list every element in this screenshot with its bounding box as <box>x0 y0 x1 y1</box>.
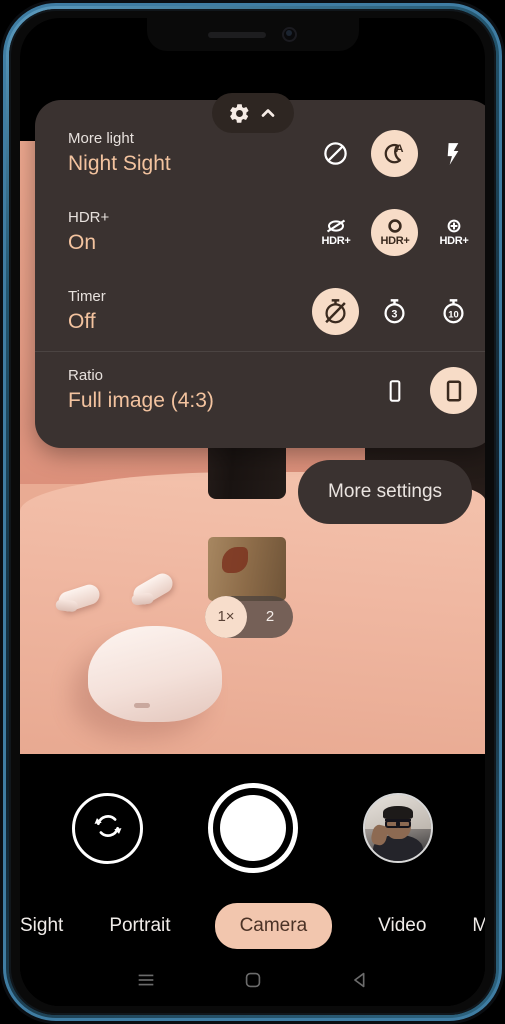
svg-text:HDR+: HDR+ <box>439 235 468 247</box>
thumbnail-person-hair <box>383 805 413 819</box>
mode-item-portrait[interactable]: Portrait <box>109 915 170 937</box>
more-settings-label: More settings <box>328 481 443 502</box>
setting-value-hdr: On <box>68 231 97 254</box>
more-settings-button[interactable]: More settings <box>298 460 473 524</box>
recents-icon[interactable] <box>135 969 157 991</box>
setting-text-more-light: More light Night Sight <box>68 129 312 178</box>
svg-text:3: 3 <box>392 309 398 321</box>
setting-value-more-light: Night Sight <box>68 152 171 175</box>
night-sight-off-icon[interactable] <box>312 130 359 177</box>
setting-label-hdr: HDR+ <box>68 209 110 226</box>
setting-row-ratio: Ratio Full image (4:3) <box>35 351 485 430</box>
night-sight-on-icon[interactable] <box>430 130 477 177</box>
phone-device-frame: NEC <box>0 0 505 1024</box>
camera-controls-row <box>20 772 485 884</box>
setting-options-hdr: HDR+ HDR+ HDR+ <box>312 209 485 256</box>
timer-10s-icon[interactable]: 10 <box>430 288 477 335</box>
setting-options-timer: 3 10 <box>312 288 485 335</box>
camera-mode-selector[interactable]: Sight Portrait Camera Video Modes <box>20 897 485 955</box>
hdr-enhanced-icon[interactable]: HDR+ <box>430 209 477 256</box>
zoom-option-1x[interactable]: 1× <box>205 596 247 638</box>
mode-item-camera[interactable]: Camera <box>214 903 333 949</box>
ratio-full-screen-icon[interactable] <box>371 367 418 414</box>
setting-label-ratio: Ratio <box>68 367 104 384</box>
camera-settings-toggle[interactable] <box>211 93 294 133</box>
setting-value-timer: Off <box>68 310 96 333</box>
chevron-up-icon[interactable] <box>258 103 278 123</box>
timer-3s-icon[interactable]: 3 <box>371 288 418 335</box>
svg-text:HDR+: HDR+ <box>380 235 409 247</box>
setting-options-ratio <box>371 367 485 414</box>
hdr-off-icon[interactable]: HDR+ <box>312 209 359 256</box>
svg-text:HDR+: HDR+ <box>321 235 350 247</box>
shutter-button[interactable] <box>208 783 298 873</box>
timer-off-icon[interactable] <box>312 288 359 335</box>
shutter-button-inner <box>220 795 286 861</box>
home-icon[interactable] <box>242 969 264 991</box>
zoom-level-toggle[interactable]: 1× 2 <box>205 596 293 638</box>
camera-settings-panel: More light Night Sight A HDR+ On HDR+ HD… <box>35 100 485 448</box>
mode-item-night-sight[interactable]: Sight <box>20 915 63 937</box>
gear-icon[interactable] <box>228 102 251 125</box>
front-camera-icon <box>282 27 297 42</box>
back-icon[interactable] <box>349 969 371 991</box>
svg-text:A: A <box>395 143 403 155</box>
switch-camera-button[interactable] <box>72 792 143 864</box>
ratio-4-3-icon[interactable] <box>430 367 477 414</box>
scene-earbud-case <box>88 626 222 722</box>
gallery-thumbnail[interactable] <box>363 793 433 863</box>
setting-text-ratio: Ratio Full image (4:3) <box>68 366 371 415</box>
speaker-grille-icon <box>208 31 266 38</box>
android-navigation-bar <box>20 954 485 1006</box>
hdr-on-icon[interactable]: HDR+ <box>371 209 418 256</box>
setting-value-ratio: Full image (4:3) <box>68 389 214 412</box>
svg-text:10: 10 <box>448 309 458 319</box>
zoom-option-2x[interactable]: 2 <box>247 596 293 638</box>
scene-bottle-label <box>208 537 286 601</box>
switch-camera-icon <box>91 809 125 848</box>
setting-text-timer: Timer Off <box>68 287 312 336</box>
thumbnail-person-glasses <box>384 819 412 829</box>
mode-item-modes[interactable]: Modes <box>472 915 485 937</box>
setting-label-timer: Timer <box>68 288 106 305</box>
camera-bottom-bar: Sight Portrait Camera Video Modes <box>20 754 485 1006</box>
setting-text-hdr: HDR+ On <box>68 208 312 257</box>
device-notch <box>146 18 359 51</box>
night-sight-auto-icon[interactable]: A <box>371 130 418 177</box>
setting-row-hdr: HDR+ On HDR+ HDR+ HDR+ <box>35 193 485 272</box>
phone-screen: NEC <box>20 18 485 1006</box>
setting-row-timer: Timer Off 3 10 <box>35 272 485 351</box>
setting-options-more-light: A <box>312 130 485 177</box>
mode-item-video[interactable]: Video <box>378 915 426 937</box>
